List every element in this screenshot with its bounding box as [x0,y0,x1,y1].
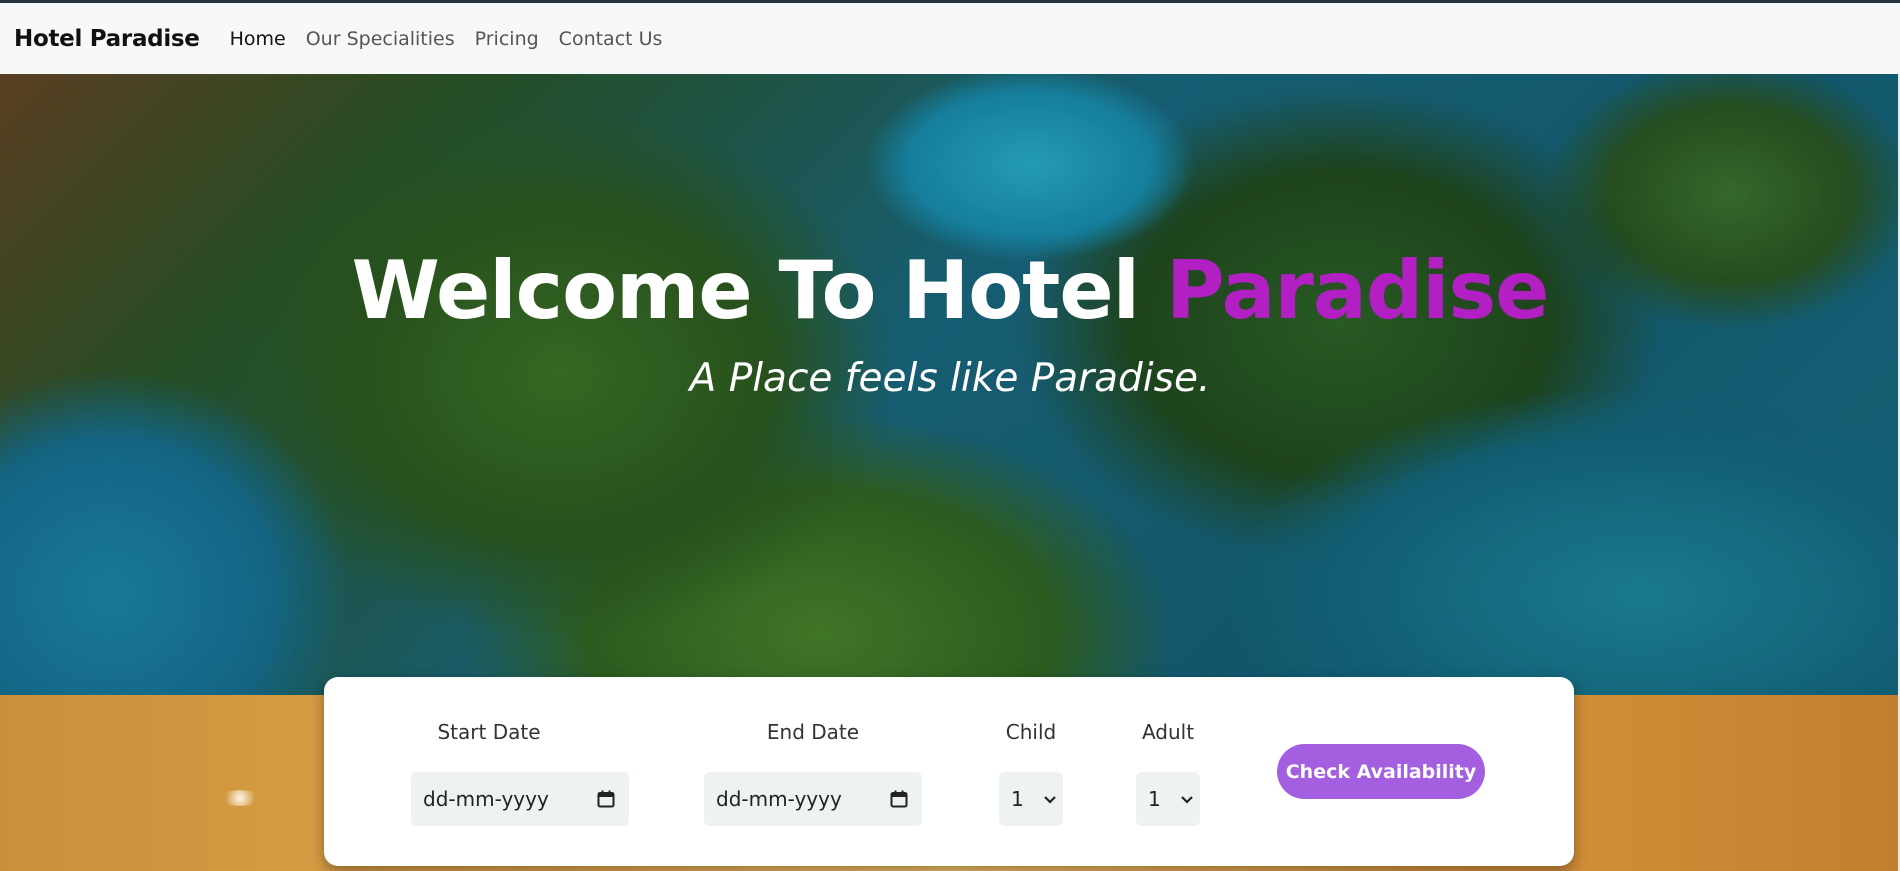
nav-link-home[interactable]: Home [230,28,286,50]
chevron-down-icon [1044,796,1056,804]
brand-logo[interactable]: Hotel Paradise [14,26,200,52]
adult-select-value: 1 [1148,787,1161,811]
hero-subtitle: A Place feels like Paradise. [689,356,1211,401]
start-date-value: dd-mm-yyyy [423,787,549,811]
booking-form: Start Date dd-mm-yyyy End Date dd-mm-yyy… [324,677,1574,866]
child-select-value: 1 [1011,787,1024,811]
hero-title: Welcome To Hotel Paradise [0,244,1900,337]
child-select[interactable]: 1 [999,772,1063,826]
child-label: Child [1005,720,1057,744]
check-availability-button[interactable]: Check Availability [1277,744,1485,799]
nav-link-our-specialities[interactable]: Our Specialities [306,28,455,50]
end-date-value: dd-mm-yyyy [716,787,842,811]
calendar-icon[interactable] [890,790,908,808]
adult-select[interactable]: 1 [1136,772,1200,826]
end-date-input[interactable]: dd-mm-yyyy [704,772,922,826]
nav-link-pricing[interactable]: Pricing [475,28,539,50]
hero-title-main: Welcome To Hotel [351,244,1141,337]
start-date-label: Start Date [437,720,541,744]
hero-overlay [0,74,1900,771]
hero-title-accent: Paradise [1165,244,1549,337]
start-date-input[interactable]: dd-mm-yyyy [411,772,629,826]
navbar: Hotel Paradise Home Our Specialities Pri… [0,0,1900,74]
calendar-icon[interactable] [597,790,615,808]
chevron-down-icon [1181,796,1193,804]
adult-label: Adult [1141,720,1195,744]
ceiling-light [220,790,260,806]
hero-background-image [0,74,1900,771]
nav-link-contact-us[interactable]: Contact Us [559,28,663,50]
end-date-label: End Date [766,720,860,744]
